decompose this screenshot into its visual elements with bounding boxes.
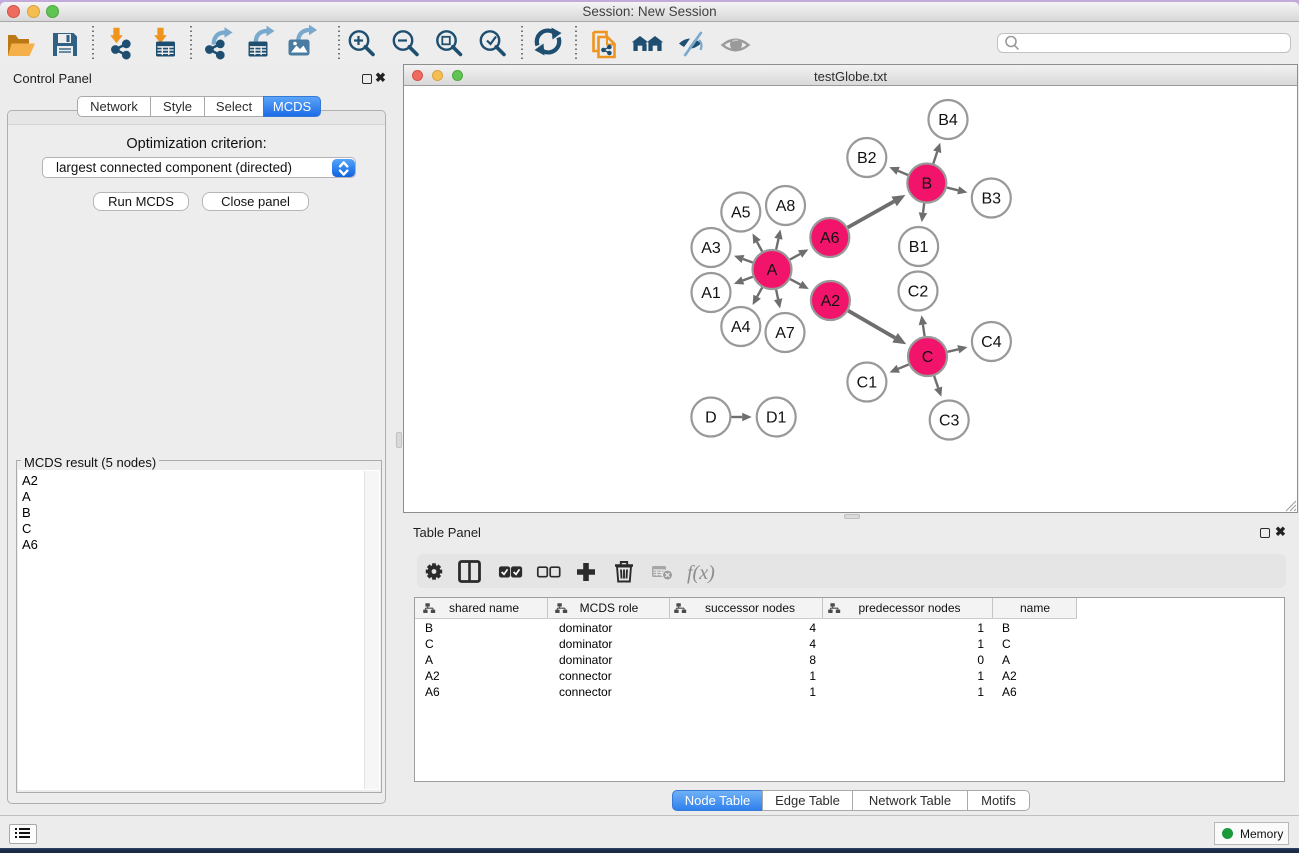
svg-text:C2: C2 xyxy=(908,284,929,301)
svg-text:C: C xyxy=(922,349,934,366)
svg-text:A2: A2 xyxy=(821,293,841,310)
svg-text:D1: D1 xyxy=(766,410,787,427)
svg-text:B: B xyxy=(921,176,932,193)
svg-text:C4: C4 xyxy=(981,334,1002,351)
svg-text:A5: A5 xyxy=(731,205,751,222)
svg-text:A4: A4 xyxy=(731,319,751,336)
svg-text:A1: A1 xyxy=(701,285,721,302)
svg-text:A: A xyxy=(767,262,778,279)
svg-text:A8: A8 xyxy=(776,198,796,215)
svg-text:C1: C1 xyxy=(857,375,878,392)
svg-text:A3: A3 xyxy=(701,240,721,257)
svg-text:C3: C3 xyxy=(939,413,960,430)
svg-text:A6: A6 xyxy=(820,230,840,247)
svg-text:B2: B2 xyxy=(857,150,877,167)
svg-text:B4: B4 xyxy=(938,112,958,129)
svg-text:D: D xyxy=(705,410,717,427)
svg-text:B1: B1 xyxy=(909,239,929,256)
svg-text:A7: A7 xyxy=(775,325,795,342)
svg-text:B3: B3 xyxy=(982,191,1002,208)
